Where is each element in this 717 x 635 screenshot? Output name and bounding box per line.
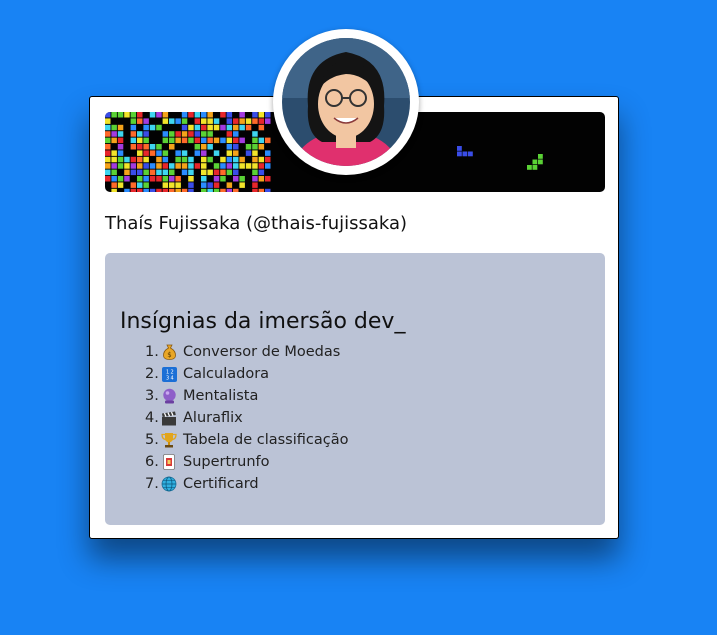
playing-card-icon [161,454,177,470]
badge-label: Mentalista [183,388,259,404]
badge-label: Conversor de Moedas [183,344,341,360]
svg-text:$: $ [167,351,171,359]
badges-panel: Insígnias da imersão dev_ 1. $ Conversor… [105,253,605,525]
badges-title: Insígnias da imersão dev_ [120,309,406,335]
numbers-icon: 1234 [161,366,177,382]
badge-label: Calculadora [183,366,270,382]
badge-label: Aluraflix [183,410,243,426]
list-item: 1. $ Conversor de Moedas [145,341,348,363]
list-item: 6. Supertrunfo [145,451,348,473]
avatar [273,29,419,175]
svg-text:4: 4 [170,375,173,381]
list-item: 3. Mentalista [145,385,348,407]
badge-label: Supertrunfo [183,454,270,470]
profile-name: Thaís Fujissaka (@thais-fujissaka) [105,213,408,234]
list-item: 7. Certificard [145,473,348,495]
badge-list: 1. $ Conversor de Moedas 2. 1234 Calcula… [145,341,348,495]
badge-label: Certificard [183,476,259,492]
list-item: 5. Tabela de classificação [145,429,348,451]
badge-label: Tabela de classificação [183,432,349,448]
trophy-icon [161,432,177,448]
globe-icon [161,476,177,492]
money-bag-icon: $ [161,344,177,360]
clapper-board-icon [161,410,177,426]
crystal-ball-icon [161,388,177,404]
list-item: 2. 1234 Calculadora [145,363,348,385]
profile-card: Thaís Fujissaka (@thais-fujissaka) Insíg… [89,29,619,539]
svg-text:3: 3 [166,375,169,381]
list-item: 4. Aluraflix [145,407,348,429]
